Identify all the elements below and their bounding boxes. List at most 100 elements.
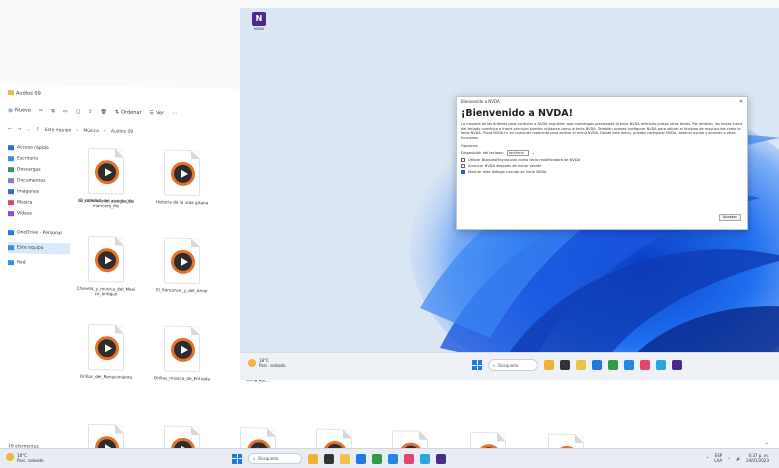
new-button[interactable]: ⊕ Nuevo: [8, 107, 31, 114]
file-item[interactable]: Orillas_del_Renacimiento: [76, 323, 136, 380]
file-explorer-icon[interactable]: [576, 360, 586, 370]
sidebar-item-label: Descargas: [17, 167, 41, 173]
file-name: Orillas_del_Renacimiento: [79, 373, 133, 380]
options-group-label: Opciones: [461, 144, 478, 149]
file-explorer-icon[interactable]: [340, 453, 350, 464]
nvda-taskbar-icon[interactable]: [436, 453, 446, 464]
sidebar-item[interactable]: Este equipo: [8, 242, 70, 255]
sidebar-item-label: Videos: [17, 211, 32, 217]
sidebar-item-label: Este equipo: [17, 245, 44, 251]
music-app-icon[interactable]: [640, 360, 650, 370]
plus-icon: ⊕: [8, 106, 14, 114]
cut-button[interactable]: ✂: [39, 108, 43, 114]
breadcrumb-separator-icon: ›: [76, 127, 79, 134]
network-icon[interactable]: ⌔: [727, 456, 731, 462]
sidebar-item-label: Acceso rápido: [17, 145, 49, 152]
ok-button[interactable]: Aceptar: [719, 214, 741, 221]
weather-widget[interactable]: 18°C Parc. soleado: [248, 358, 286, 368]
rename-button[interactable]: ▢: [76, 109, 81, 115]
delete-button[interactable]: 🗑: [101, 109, 107, 115]
windows-start-icon[interactable]: [472, 360, 482, 370]
taskbar-search[interactable]: ⌕ Búsqueda: [248, 453, 302, 464]
chrome-icon[interactable]: [388, 453, 398, 464]
volume-icon[interactable]: 🔊: [736, 456, 741, 461]
sun-icon: [248, 359, 256, 367]
checkbox-label: Utilizar BloqueoMayúsculas como tecla mo…: [468, 158, 581, 163]
edge-icon[interactable]: [356, 453, 366, 464]
sidebar-item-label: Escritorio: [17, 156, 39, 162]
command-bar: ⊕ Nuevo ✂ ⧉ ▭ ▢ ⇪ 🗑 ⇅ Ordenar ☰ Ver ⋯: [8, 104, 248, 121]
settings-icon[interactable]: [656, 360, 666, 370]
play-icon: [171, 249, 195, 275]
file-item[interactable]: La_soledad_del_camino_Romancero_Mx: [76, 147, 136, 209]
nvda-taskbar-icon[interactable]: [672, 360, 682, 370]
view-icon: ☰: [149, 110, 154, 117]
close-icon[interactable]: ✕: [739, 99, 743, 105]
weather-widget[interactable]: 18°C Parc. soleado: [6, 453, 44, 463]
checkbox[interactable]: [461, 164, 465, 169]
play-icon: [95, 247, 119, 273]
download-icon: [8, 167, 14, 173]
video-file-icon: [164, 325, 200, 373]
breadcrumb-item[interactable]: Audios 09: [111, 129, 133, 134]
windows-start-icon[interactable]: [232, 453, 242, 464]
clock[interactable]: 6:37 p. m. 24/01/2023: [746, 453, 769, 463]
file-item[interactable]: Orillas_música_de_Entrada: [152, 325, 212, 381]
checkbox[interactable]: [461, 170, 465, 175]
file-item[interactable]: Historia de la vida gitana: [152, 149, 212, 205]
paste-icon: ▭: [62, 108, 68, 115]
up-icon[interactable]: ↑: [36, 127, 40, 133]
star-icon: [8, 145, 14, 151]
paste-button[interactable]: ▭: [63, 108, 68, 114]
keyboard-layout-row: Disposición del teclado: escritorio ⌄: [461, 150, 535, 157]
edge-icon[interactable]: [592, 360, 602, 370]
store-icon[interactable]: [608, 360, 618, 370]
breadcrumb-item[interactable]: Música: [83, 128, 99, 133]
taskbar-search[interactable]: ⌕ Búsqueda: [488, 359, 538, 371]
forward-icon[interactable]: →: [17, 126, 21, 132]
more-button[interactable]: ⋯: [172, 111, 177, 117]
sun-icon: [6, 453, 14, 461]
settings-icon[interactable]: [420, 453, 430, 464]
file-name: La_soledad_del_camino_Romancero_Mx: [77, 197, 135, 209]
address-bar[interactable]: ← → ⌄ ↑ Este equipo › Música › Audios 09: [8, 124, 248, 139]
dialog-body-text: La mayoría de las órdenes para controlar…: [461, 122, 743, 140]
task-view-icon[interactable]: [324, 453, 334, 464]
scroll-down-icon[interactable]: ⌄: [765, 440, 769, 446]
delete-icon: 🗑: [100, 109, 107, 116]
store-icon[interactable]: [372, 453, 382, 464]
chrome-icon[interactable]: [624, 360, 634, 370]
documents-icon: [8, 178, 14, 184]
checkbox-label: Mostrar este diálogo cuando se inicie NV…: [468, 170, 547, 175]
chevron-down-icon[interactable]: ⌄: [26, 127, 30, 133]
widgets-icon[interactable]: [308, 453, 318, 464]
network-icon: [8, 260, 14, 266]
sidebar-item[interactable]: OneDrive - Personal: [8, 227, 70, 239]
nvda-desktop-shortcut[interactable]: N NVDA: [246, 12, 272, 31]
view-button[interactable]: ☰ Ver: [150, 110, 165, 116]
videos-icon: [8, 211, 14, 217]
file-item[interactable]: El_Romance_y_del_Amor: [152, 237, 212, 293]
file-name: Orillas_música_de_Entrada: [153, 375, 211, 382]
sidebar-item[interactable]: Videos: [8, 208, 70, 220]
breadcrumb-item[interactable]: Este equipo: [45, 127, 72, 133]
chevron-up-icon[interactable]: ⌃: [706, 456, 709, 461]
share-button[interactable]: ⇪: [88, 109, 92, 115]
sort-button[interactable]: ⇅ Ordenar: [115, 109, 142, 116]
file-item[interactable]: Chavela_y_musica_del_Mexico_antiguo: [76, 235, 136, 297]
language-indicator[interactable]: ESP LAA: [714, 453, 722, 463]
system-tray: ⌃ ESP LAA ⌔ 🔊 6:37 p. m. 24/01/2023: [706, 453, 769, 463]
checkbox-label: Arrancar NVDA después de iniciar sesión: [468, 164, 542, 169]
music-app-icon[interactable]: [404, 453, 414, 464]
taskbar-left-monitor: 18°C Parc. soleado ⌕ Búsqueda ⌃ ESP LAA ⌔ 🔊…: [0, 448, 779, 468]
back-icon[interactable]: ←: [8, 126, 12, 132]
keyboard-layout-select[interactable]: escritorio: [506, 150, 529, 157]
search-icon: ⌕: [253, 456, 256, 461]
widgets-icon[interactable]: [544, 360, 554, 370]
task-view-icon[interactable]: [560, 360, 570, 370]
option-checkbox-row[interactable]: Mostrar este diálogo cuando se inicie NV…: [457, 168, 747, 175]
copy-button[interactable]: ⧉: [51, 108, 55, 114]
sidebar-item[interactable]: Red: [8, 257, 70, 269]
checkbox[interactable]: [461, 158, 465, 163]
play-icon: [171, 161, 195, 187]
